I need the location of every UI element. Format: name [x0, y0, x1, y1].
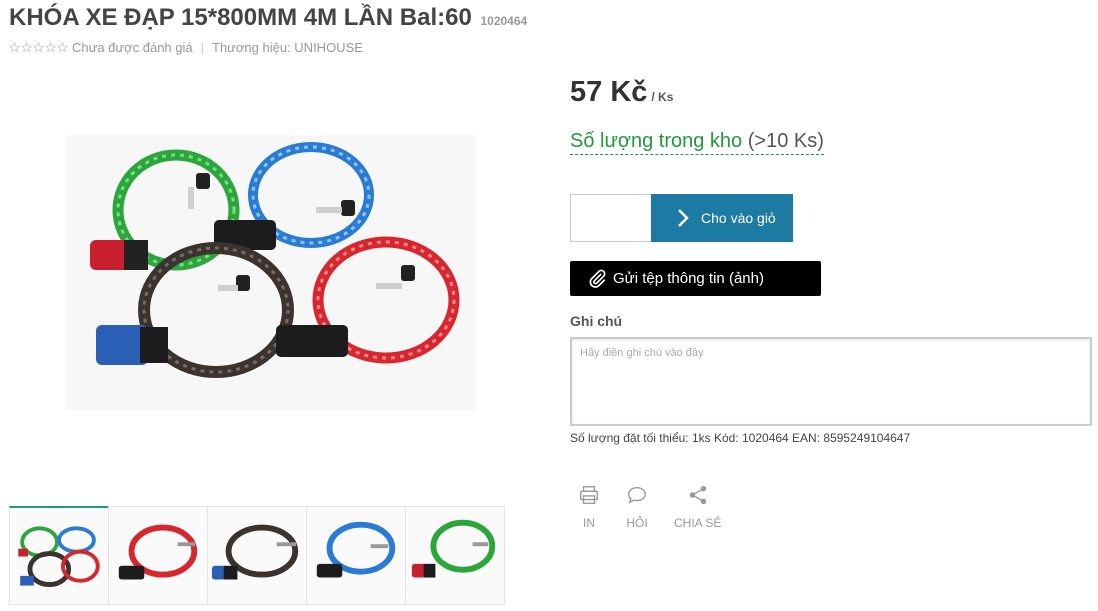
upload-file-label: Gửi tệp thông tin (ảnh) — [613, 270, 764, 287]
quantity-stepper — [570, 194, 765, 242]
share-label: CHIA SẺ — [674, 516, 722, 530]
chat-icon — [628, 486, 646, 504]
product-actions: IN HỎI CHIA SẺ — [578, 484, 747, 530]
stock-status[interactable]: Số lượng trong kho (>10 Ks) — [570, 130, 824, 155]
ask-button[interactable]: HỎI — [626, 484, 648, 530]
note-textarea[interactable] — [570, 337, 1092, 426]
price-unit: / Ks — [651, 90, 674, 104]
product-meta: Chưa được đánh giá | Thương hiệu: UNIHOU… — [9, 40, 363, 55]
add-to-cart-label: Cho vào giỏ — [701, 210, 776, 226]
paperclip-icon — [589, 269, 606, 288]
price: 57 Kč / Ks — [570, 76, 673, 109]
rating-stars[interactable] — [9, 42, 68, 53]
price-value: 57 Kč — [570, 76, 648, 108]
star-icon — [33, 42, 44, 53]
stock-label: Số lượng trong kho — [570, 130, 743, 152]
upload-file-button[interactable]: Gửi tệp thông tin (ảnh) — [570, 261, 821, 296]
star-icon — [9, 42, 20, 53]
product-main-image[interactable] — [66, 135, 476, 410]
note-label: Ghi chú — [570, 313, 623, 329]
star-icon — [57, 42, 68, 53]
star-icon — [45, 42, 56, 53]
thumbnail-2[interactable] — [108, 506, 208, 605]
thumbnail-5[interactable] — [405, 506, 505, 605]
product-title-text: KHÓA XE ĐẠP 15*800MM 4M LẦN Bal:60 — [9, 4, 472, 31]
ask-label: HỎI — [626, 516, 648, 530]
star-icon — [21, 42, 32, 53]
thumbnail-1[interactable] — [9, 506, 109, 605]
share-button[interactable]: CHIA SẺ — [674, 484, 721, 530]
thumbnail-3[interactable] — [207, 506, 307, 605]
product-title: KHÓA XE ĐẠP 15*800MM 4M LẦN Bal:60 10204… — [9, 4, 527, 32]
product-code: 1020464 — [480, 14, 528, 28]
print-label: IN — [583, 516, 595, 530]
meta-divider: | — [200, 40, 205, 55]
print-icon — [580, 486, 598, 504]
rating-text: Chưa được đánh giá — [72, 40, 193, 55]
product-info-line: Số lượng đặt tối thiểu: 1ks Kód: 1020464… — [570, 431, 911, 445]
thumbnail-strip — [9, 506, 505, 605]
share-icon — [689, 485, 706, 505]
add-to-cart-button[interactable]: Cho vào giỏ — [651, 194, 793, 242]
print-button[interactable]: IN — [578, 484, 600, 530]
thumbnail-4[interactable] — [306, 506, 406, 605]
brand-text[interactable]: Thương hiệu: UNIHOUSE — [212, 40, 363, 55]
chevron-right-icon — [678, 209, 689, 227]
stock-quantity: (>10 Ks) — [747, 130, 824, 152]
